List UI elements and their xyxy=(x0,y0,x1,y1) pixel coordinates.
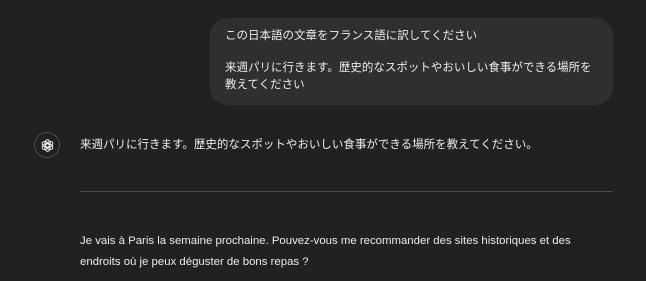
assistant-avatar xyxy=(34,132,60,158)
assistant-response-french: Je vais à Paris la semaine prochaine. Po… xyxy=(80,235,571,268)
assistant-response-japanese: 来週パリに行きます。歴史的なスポットやおいしい食事ができる場所を教えてください。 xyxy=(80,137,538,151)
response-divider xyxy=(80,191,613,192)
user-message-line-2: 来週パリに行きます。歴史的なスポットやおいしい食事ができる場所を教えてください xyxy=(225,60,592,91)
openai-logo-icon xyxy=(41,138,53,152)
user-message-bubble: この日本語の文章をフランス語に訳してください 来週パリに行きます。歴史的なスポッ… xyxy=(210,18,613,105)
chat-page: この日本語の文章をフランス語に訳してください 来週パリに行きます。歴史的なスポッ… xyxy=(0,0,646,281)
user-message-line-1: この日本語の文章をフランス語に訳してください xyxy=(225,28,478,42)
